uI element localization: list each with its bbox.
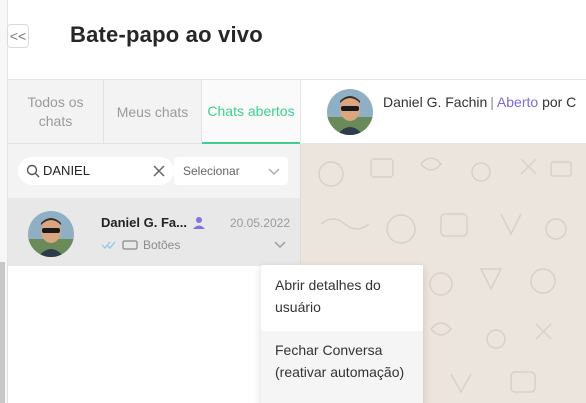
clear-icon[interactable] bbox=[152, 164, 166, 178]
avatar bbox=[327, 89, 373, 135]
collapse-button[interactable]: << bbox=[7, 24, 29, 48]
chevron-down-icon bbox=[268, 168, 280, 175]
menu-item-close-conversation[interactable]: Fechar Conversa (reativar automação) bbox=[261, 331, 423, 403]
left-rail bbox=[0, 0, 8, 403]
conversation-context-menu: Abrir detalhes do usuário Fechar Convers… bbox=[261, 265, 423, 403]
conversation-title: Daniel G. Fa... bbox=[101, 215, 206, 230]
chat-header: Daniel G. Fachin | Aberto por C bbox=[300, 80, 586, 144]
tab-my-chats[interactable]: Meus chats bbox=[104, 80, 202, 144]
left-rail-scroll[interactable] bbox=[0, 262, 5, 403]
app-root: Bate-papo ao vivo << Todos os chats Meus… bbox=[0, 0, 586, 403]
conversation-list: Daniel G. Fa... 20.05.2022 Botões bbox=[8, 198, 300, 403]
filter-bar: DANIEL Selecionar bbox=[8, 144, 300, 198]
user-icon bbox=[192, 216, 205, 229]
page-header: Bate-papo ao vivo bbox=[8, 0, 586, 80]
select-label: Selecionar bbox=[183, 164, 240, 178]
tab-all-chats[interactable]: Todos os chats bbox=[8, 80, 104, 144]
list-item[interactable]: Daniel G. Fa... 20.05.2022 Botões bbox=[8, 198, 300, 266]
conversation-channel: Botões bbox=[143, 238, 181, 252]
chat-tabs: Todos os chats Meus chats Chats abertos bbox=[8, 80, 300, 144]
page-title: Bate-papo ao vivo bbox=[70, 22, 263, 47]
button-channel-icon bbox=[122, 240, 138, 250]
search-input[interactable]: DANIEL bbox=[18, 157, 174, 185]
collapse-icon: << bbox=[9, 28, 27, 44]
avatar bbox=[28, 211, 74, 257]
chat-header-title: Daniel G. Fachin | Aberto por C bbox=[383, 94, 576, 110]
search-icon bbox=[26, 164, 40, 178]
menu-item-open-user-details[interactable]: Abrir detalhes do usuário bbox=[261, 274, 423, 318]
conversation-meta: Botões bbox=[101, 238, 180, 252]
status-select[interactable]: Selecionar bbox=[174, 157, 288, 185]
status-badge: Aberto bbox=[496, 94, 539, 110]
assigned-text: por C bbox=[542, 94, 577, 110]
chevron-down-icon[interactable] bbox=[274, 238, 286, 250]
conversation-date: 20.05.2022 bbox=[229, 216, 290, 230]
contact-name: Daniel G. Fachin bbox=[383, 94, 488, 110]
separator: | bbox=[490, 94, 494, 110]
search-value: DANIEL bbox=[43, 163, 90, 178]
tab-open-chats[interactable]: Chats abertos bbox=[202, 80, 300, 144]
double-check-icon bbox=[101, 241, 116, 249]
conversation-name: Daniel G. Fa... bbox=[101, 215, 187, 230]
